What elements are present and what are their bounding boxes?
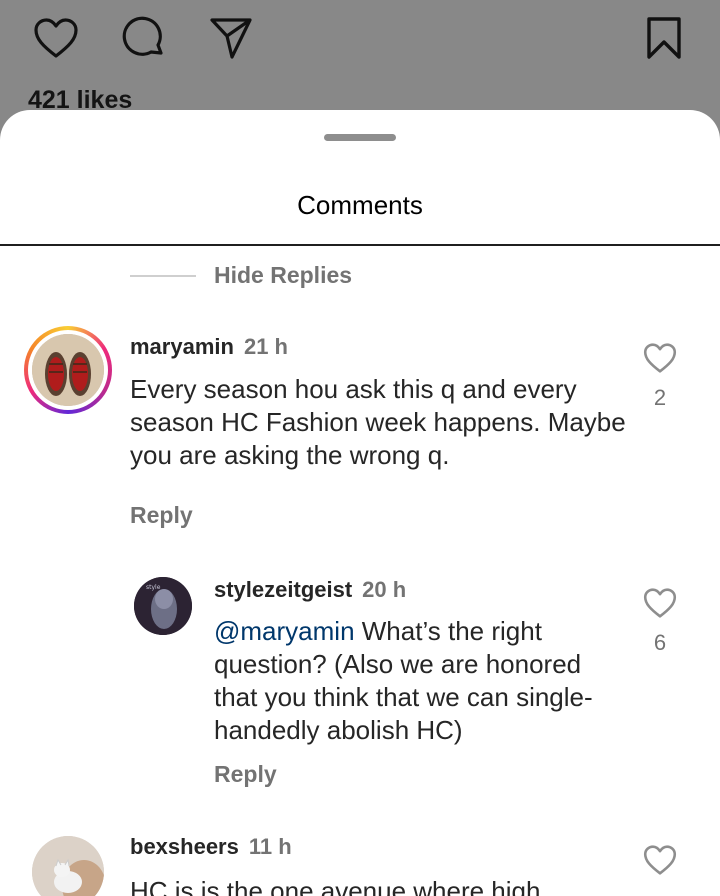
like-count[interactable]: 6 [635, 630, 685, 656]
like-count[interactable]: 2 [635, 385, 685, 411]
timestamp: 11 h [248, 834, 292, 859]
comment-text: HC is is the one avenue where high [130, 876, 541, 896]
username[interactable]: maryamin [130, 334, 234, 359]
timestamp: 20 h [362, 577, 407, 602]
like-control: 6 [635, 587, 685, 656]
avatar[interactable] [32, 836, 104, 896]
reply-button[interactable]: Reply [214, 761, 277, 788]
hide-replies-button[interactable]: Hide Replies [130, 262, 352, 289]
comment-meta: stylezeitgeist 20 h [214, 577, 406, 603]
heart-icon[interactable] [32, 14, 80, 62]
comment-icon[interactable] [120, 14, 168, 62]
reply-button[interactable]: Reply [130, 502, 193, 529]
mention-link[interactable]: @maryamin [214, 616, 355, 646]
avatar [32, 334, 104, 406]
bookmark-icon[interactable] [640, 14, 688, 62]
like-control: 2 [635, 342, 685, 411]
timestamp: 21 h [243, 334, 288, 359]
sheet-title: Comments [297, 190, 423, 220]
hide-replies-line [130, 274, 196, 277]
comment-meta: maryamin 21 h [130, 334, 288, 360]
drag-handle[interactable] [324, 134, 396, 141]
username[interactable]: stylezeitgeist [214, 577, 352, 602]
comments-sheet: Comments Hide Replies maryamin21 h Ever [0, 110, 720, 896]
svg-text:style: style [146, 584, 161, 591]
story-ring[interactable] [24, 326, 112, 414]
comment-meta: bexsheers 11 h [130, 834, 292, 860]
like-heart-icon[interactable] [643, 342, 677, 374]
like-heart-icon[interactable] [643, 587, 677, 619]
comment-text: @maryamin What’s the right question? (Al… [214, 615, 614, 747]
username[interactable]: bexsheers [130, 834, 239, 859]
hide-replies-label: Hide Replies [214, 262, 353, 288]
divider [0, 244, 720, 246]
avatar[interactable]: style [134, 577, 192, 635]
share-icon[interactable] [207, 14, 255, 62]
comment-text: Every season hou ask this q and every se… [130, 374, 626, 470]
like-heart-icon[interactable] [643, 844, 677, 876]
like-control [635, 844, 685, 881]
